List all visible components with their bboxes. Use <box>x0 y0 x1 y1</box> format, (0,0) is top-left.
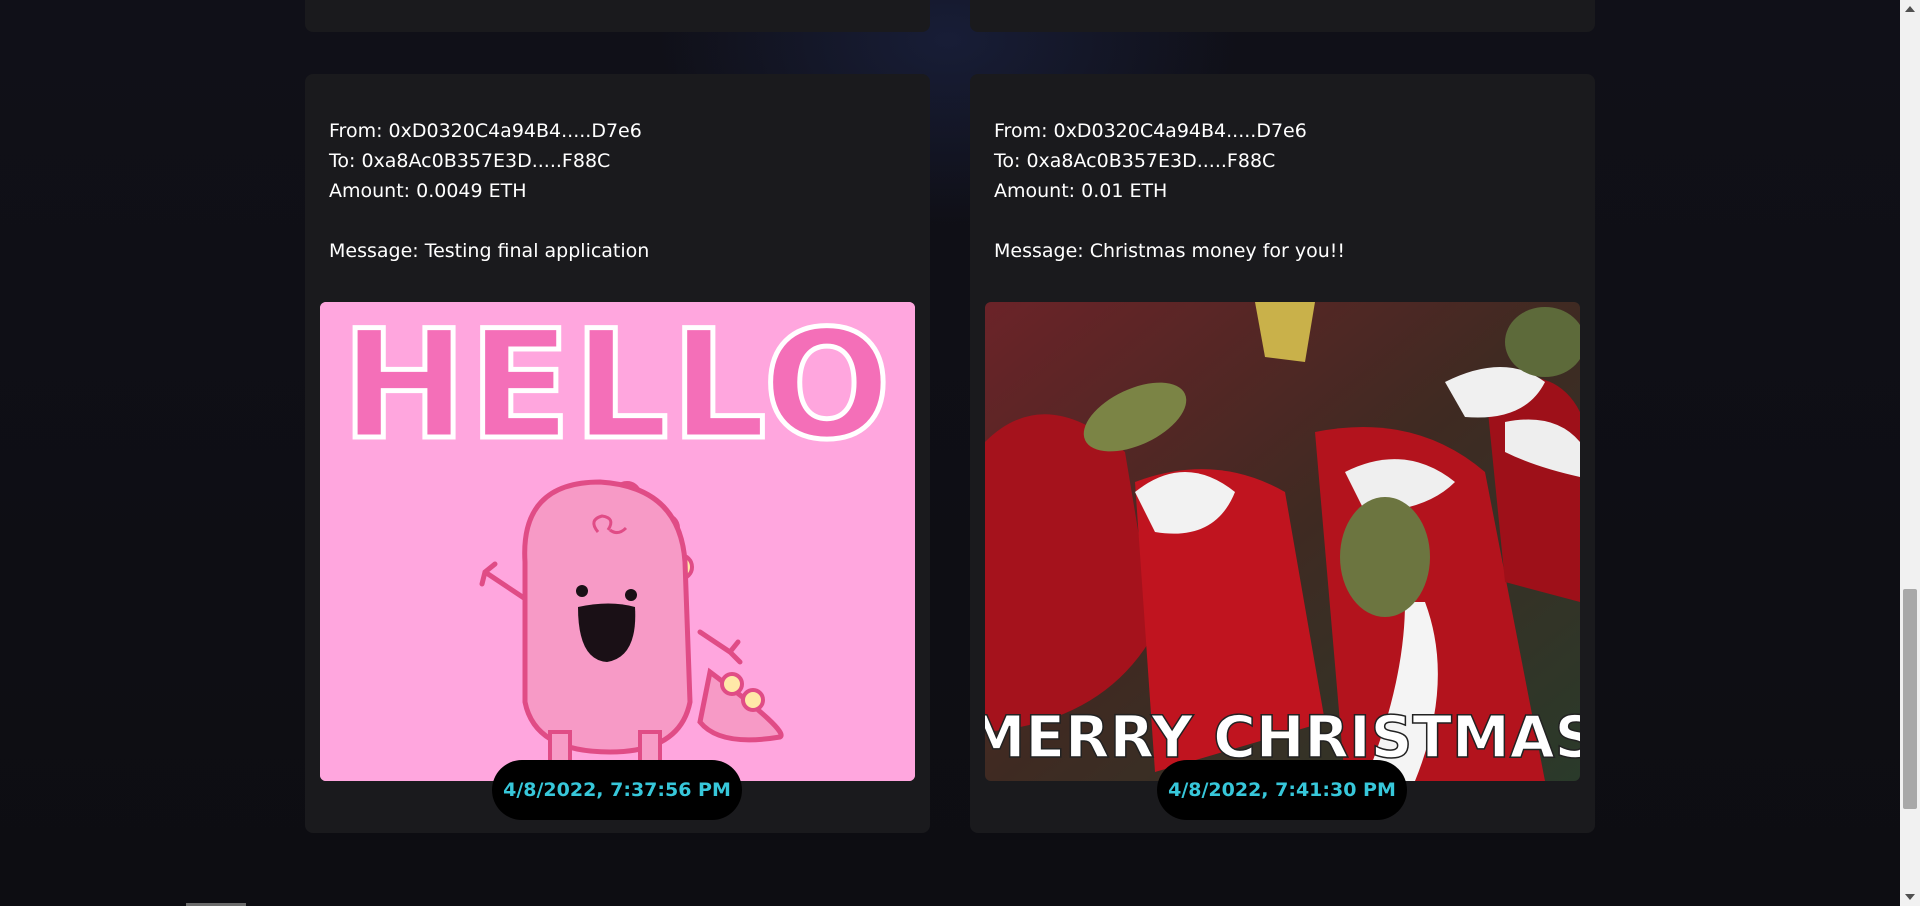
timestamp-text: 4/8/2022, 7:41:30 PM <box>1168 779 1396 801</box>
transaction-card-prev-left <box>305 0 930 32</box>
transaction-card: From: 0xD0320C4a94B4.....D7e6 To: 0xa8Ac… <box>970 74 1595 833</box>
message: Message: Christmas money for you!! <box>994 240 1346 262</box>
gif-image-christmas: MERRY CHRISTMAS <box>985 302 1580 781</box>
scrollbar-thumb[interactable] <box>1903 589 1917 809</box>
gif-image-hello: HELLO <box>320 302 915 781</box>
transaction-details: From: 0xD0320C4a94B4.....D7e6 To: 0xa8Ac… <box>994 116 1345 266</box>
page-background <box>0 0 1900 906</box>
timestamp-pill: 4/8/2022, 7:37:56 PM <box>492 760 742 820</box>
timestamp-pill: 4/8/2022, 7:41:30 PM <box>1157 760 1407 820</box>
scroll-up-arrow-icon[interactable] <box>1905 6 1915 12</box>
amount: Amount: 0.0049 ETH <box>329 180 527 202</box>
timestamp-text: 4/8/2022, 7:37:56 PM <box>503 779 731 801</box>
amount: Amount: 0.01 ETH <box>994 180 1168 202</box>
transaction-card-prev-right <box>970 0 1595 32</box>
to-address: To: 0xa8Ac0B357E3D.....F88C <box>994 150 1276 172</box>
from-address: From: 0xD0320C4a94B4.....D7e6 <box>329 120 642 142</box>
transaction-details: From: 0xD0320C4a94B4.....D7e6 To: 0xa8Ac… <box>329 116 649 266</box>
hello-lettering: HELLO <box>341 302 892 473</box>
scroll-down-arrow-icon[interactable] <box>1905 894 1915 900</box>
vertical-scrollbar[interactable] <box>1900 0 1920 906</box>
message: Message: Testing final application <box>329 240 650 262</box>
transaction-card: From: 0xD0320C4a94B4.....D7e6 To: 0xa8Ac… <box>305 74 930 833</box>
hello-dino-illustration: HELLO <box>320 302 915 781</box>
to-address: To: 0xa8Ac0B357E3D.....F88C <box>329 150 611 172</box>
christmas-grinch-illustration: MERRY CHRISTMAS <box>985 302 1580 781</box>
from-address: From: 0xD0320C4a94B4.....D7e6 <box>994 120 1307 142</box>
